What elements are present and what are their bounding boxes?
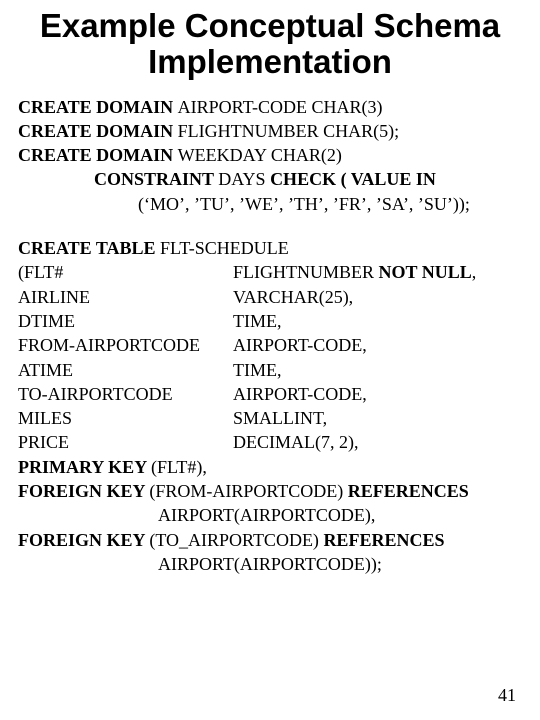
- keyword: FOREIGN KEY: [18, 481, 149, 501]
- table-row: ATIME TIME,: [18, 358, 522, 382]
- column-name: (FLT#: [18, 260, 233, 284]
- slide-body: CREATE DOMAIN AIRPORT-CODE CHAR(3) CREAT…: [18, 95, 522, 577]
- table-row: DTIME TIME,: [18, 309, 522, 333]
- spacer: [18, 216, 522, 236]
- keyword: PRIMARY KEY: [18, 457, 151, 477]
- table-row: TO-AIRPORTCODE AIRPORT-CODE,: [18, 382, 522, 406]
- keyword: CHECK ( VALUE IN: [270, 169, 436, 189]
- column-type: TIME,: [233, 358, 522, 382]
- domain-line-1: CREATE DOMAIN AIRPORT-CODE CHAR(3): [18, 95, 522, 119]
- table-row: AIRLINE VARCHAR(25),: [18, 285, 522, 309]
- column-name: TO-AIRPORTCODE: [18, 382, 233, 406]
- text: FLIGHTNUMBER: [233, 262, 379, 282]
- column-type: SMALLINT,: [233, 406, 522, 430]
- constraint-line: CONSTRAINT DAYS CHECK ( VALUE IN: [18, 167, 522, 191]
- text: DAYS: [218, 169, 270, 189]
- slide: Example Conceptual Schema Implementation…: [0, 0, 540, 720]
- keyword: REFERENCES: [323, 530, 444, 550]
- domain-line-2: CREATE DOMAIN FLIGHTNUMBER CHAR(5);: [18, 119, 522, 143]
- column-name: MILES: [18, 406, 233, 430]
- column-type: TIME,: [233, 309, 522, 333]
- table-row: FROM-AIRPORTCODE AIRPORT-CODE,: [18, 333, 522, 357]
- foreign-key-ref-2: AIRPORT(AIRPORTCODE));: [18, 552, 522, 576]
- keyword: CONSTRAINT: [94, 169, 218, 189]
- keyword: FOREIGN KEY: [18, 530, 149, 550]
- column-name: ATIME: [18, 358, 233, 382]
- column-type: AIRPORT-CODE,: [233, 382, 522, 406]
- foreign-key-ref-1: AIRPORT(AIRPORTCODE),: [18, 503, 522, 527]
- text: AIRPORT(AIRPORTCODE));: [158, 554, 382, 574]
- constraint-values: (‘MO’, ’TU’, ’WE’, ’TH’, ’FR’, ’SA’, ’SU…: [18, 192, 522, 216]
- column-type: AIRPORT-CODE,: [233, 333, 522, 357]
- text: (FLT#),: [151, 457, 207, 477]
- text: (‘MO’, ’TU’, ’WE’, ’TH’, ’FR’, ’SA’, ’SU…: [138, 194, 470, 214]
- domain-line-3: CREATE DOMAIN WEEKDAY CHAR(2): [18, 143, 522, 167]
- column-name: AIRLINE: [18, 285, 233, 309]
- text: FLIGHTNUMBER CHAR(5);: [178, 121, 400, 141]
- column-type: VARCHAR(25),: [233, 285, 522, 309]
- page-number: 41: [498, 685, 516, 706]
- slide-title: Example Conceptual Schema Implementation: [18, 8, 522, 81]
- keyword: REFERENCES: [348, 481, 469, 501]
- text: FLT-SCHEDULE: [160, 238, 289, 258]
- column-name: DTIME: [18, 309, 233, 333]
- text: AIRPORT(AIRPORTCODE),: [158, 505, 375, 525]
- keyword: CREATE DOMAIN: [18, 121, 178, 141]
- column-name: PRICE: [18, 430, 233, 454]
- table-row: (FLT# FLIGHTNUMBER NOT NULL,: [18, 260, 522, 284]
- text: (FROM-AIRPORTCODE): [149, 481, 347, 501]
- create-table-line: CREATE TABLE FLT-SCHEDULE: [18, 236, 522, 260]
- foreign-key-line-1: FOREIGN KEY (FROM-AIRPORTCODE) REFERENCE…: [18, 479, 522, 503]
- column-type: FLIGHTNUMBER NOT NULL,: [233, 260, 522, 284]
- text: ,: [472, 262, 477, 282]
- keyword: CREATE TABLE: [18, 238, 160, 258]
- keyword: CREATE DOMAIN: [18, 145, 178, 165]
- keyword: NOT NULL: [379, 262, 472, 282]
- table-row: MILES SMALLINT,: [18, 406, 522, 430]
- keyword: CREATE DOMAIN: [18, 97, 178, 117]
- primary-key-line: PRIMARY KEY (FLT#),: [18, 455, 522, 479]
- column-type: DECIMAL(7, 2),: [233, 430, 522, 454]
- column-name: FROM-AIRPORTCODE: [18, 333, 233, 357]
- text: WEEKDAY CHAR(2): [178, 145, 342, 165]
- text: AIRPORT-CODE CHAR(3): [178, 97, 383, 117]
- table-row: PRICE DECIMAL(7, 2),: [18, 430, 522, 454]
- foreign-key-line-2: FOREIGN KEY (TO_AIRPORTCODE) REFERENCES: [18, 528, 522, 552]
- text: (TO_AIRPORTCODE): [149, 530, 323, 550]
